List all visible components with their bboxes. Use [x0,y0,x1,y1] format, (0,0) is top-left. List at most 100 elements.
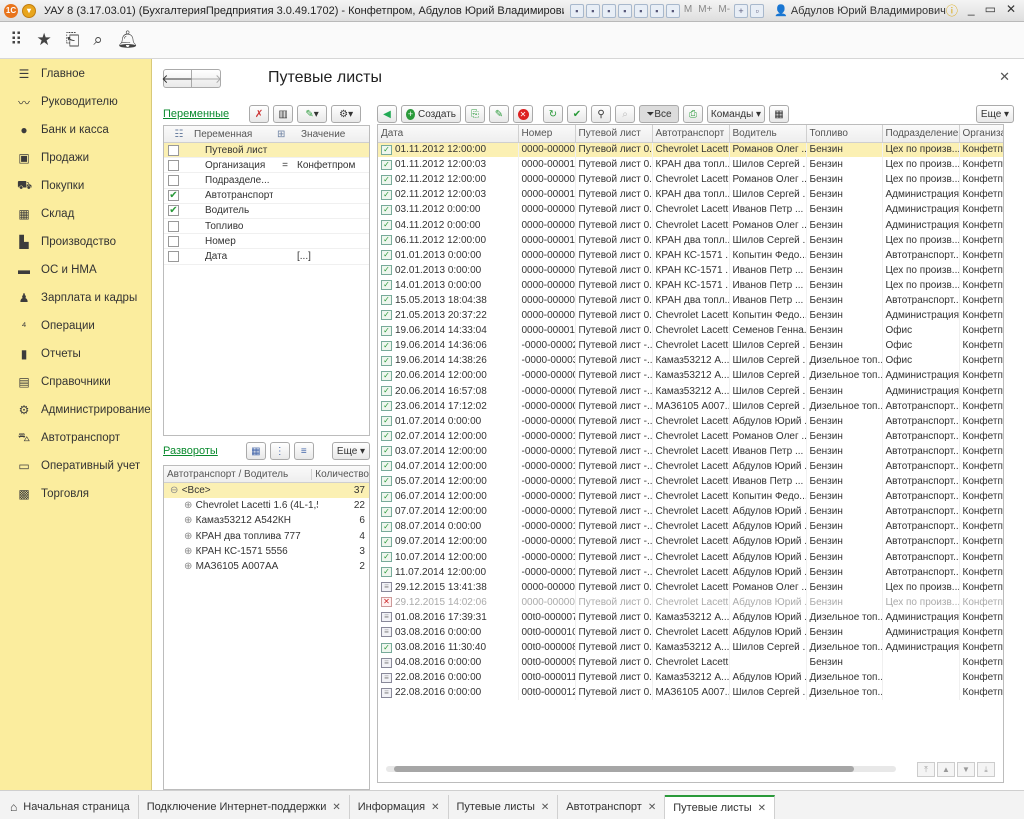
page-up-icon[interactable]: ▲ [937,762,955,777]
table-row[interactable]: ✓01.07.2014 0:00:00-0000-000009Путевой л… [378,413,1003,429]
column-header[interactable]: Номер [518,125,576,143]
save-icon[interactable]: ▪ [569,3,584,18]
upload-icon[interactable]: ▪ [617,3,632,18]
calculator-icon[interactable]: ▪ [649,3,664,18]
variable-row[interactable]: Организация = Конфетпром [164,158,369,174]
sidebar-item-administrirovanie[interactable]: ⚙ Администрирование [0,396,151,424]
delete-button[interactable]: ✕ [513,105,533,123]
create-button[interactable]: + Создать [401,105,461,123]
razvorot-row[interactable]: ⊕ КРАН КС-1571 5556 3 [164,544,369,559]
edit-dropdown-button[interactable]: ✎ ▾ [297,105,328,123]
sidebar-item-bank[interactable]: ● Банк и касса [0,116,151,144]
variable-row[interactable]: Подразделе... [164,173,369,189]
settings-dropdown-button[interactable]: ⚙ ▾ [331,105,362,123]
collapse-panel-button[interactable]: ◀ [377,105,397,123]
last-page-icon[interactable]: ⤓ [977,762,995,777]
favorites-star-icon[interactable]: ★ [36,30,51,50]
main-menu-icon[interactable]: ▾ [22,3,36,18]
notifications-bell-icon[interactable]: 🔔︎ [117,30,139,50]
column-header[interactable]: Водитель [729,125,807,143]
back-button[interactable]: 🡐 [161,69,194,88]
horizontal-scrollbar[interactable] [386,766,896,772]
variable-checkbox[interactable] [168,174,179,186]
sidebar-item-torgovlya[interactable]: ▩ Торговля [0,480,151,508]
table-row[interactable]: ✓ 19.06.2014 14:36:06 -0000-00002 Путевой л… [378,338,1003,354]
tab-window[interactable]: Информация ✕ [350,795,449,819]
filter-all-button[interactable]: ⏷ Все [639,105,679,123]
tab-close-icon[interactable]: ✕ [541,802,549,813]
refresh-button[interactable]: ↻ [543,105,563,123]
table-row[interactable]: ✓04.07.2014 12:00:00-0000-000012Путевой … [378,458,1003,475]
razvorot-row[interactable]: ⊕ Chevrolet Lacetti 1.6 (4L-1,5... 22 [164,498,369,513]
variable-checkbox[interactable]: ✔ [168,205,179,217]
print-icon[interactable]: ▪ [585,3,600,18]
column-header[interactable]: Топливо [806,125,883,143]
table-row[interactable]: ≡ 22.08.2016 0:00:00 00t0-000011 Путевой ли… [378,670,1003,686]
variable-row[interactable]: Топливо [164,219,369,235]
maximize-icon[interactable]: ▭ [985,2,996,19]
table-row[interactable]: ✓ 03.11.2012 0:00:00 0000-000003 Путевой ли… [378,202,1003,218]
table-row[interactable]: ✓ 02.01.2013 0:00:00 0000-000001 Путевой ли… [378,262,1003,278]
page-down-icon[interactable]: ▼ [957,762,975,777]
table-row[interactable]: ✓ 15.05.2013 18:04:38 0000-000007 Путевой л… [378,292,1003,309]
edit-button[interactable]: ✎ [489,105,509,123]
table-row[interactable]: ≡ 29.12.2015 13:41:38 0000-000004 Путевой л… [378,579,1003,595]
table-row[interactable]: ✓ 01.11.2012 12:00:03 0000-000011 Путевой л… [378,157,1003,173]
apply-button[interactable]: ▥ [273,105,294,123]
tab-home[interactable]: ⌂ Начальная страница [0,795,139,819]
table-row[interactable]: ✓ 19.06.2014 14:38:26 -0000-00003 Путевой л… [378,353,1003,369]
download-icon[interactable]: ▪ [633,3,648,18]
sidebar-item-spravochniki[interactable]: ▤ Справочники [0,368,151,396]
sidebar-item-avtotransport[interactable]: ⛍ Автотранспорт [0,424,151,452]
razvoroty-more-button[interactable]: Еще ▾ [332,442,370,460]
panels-icon[interactable]: ▫ [750,3,765,18]
variable-checkbox[interactable] [168,220,179,232]
memory-m-plus[interactable]: M+ [696,4,714,18]
razvorot-row[interactable]: ⊕ КРАН два топлива 777 4 [164,529,369,544]
table-row[interactable]: ✓20.06.2014 16:57:08-0000-000005Путевой … [378,383,1003,399]
table-row[interactable]: ✓05.07.2014 12:00:00-0000-000013Путевой … [378,474,1003,490]
tab-close-icon[interactable]: ✕ [758,803,766,814]
search-off-button[interactable]: ⌕ [615,105,635,123]
zoom-icon[interactable]: + [734,3,749,18]
table-row[interactable]: ✓ 19.06.2014 14:33:04 0000-00001 Путевой ли… [378,323,1003,339]
table-row[interactable]: ✓ 04.11.2012 0:00:00 0000-000004 Путевой ли… [378,217,1003,233]
table-row[interactable]: ✓ 21.05.2013 20:37:22 0000-000009 Путевой л… [378,308,1003,324]
variable-row[interactable]: ✔ Автотранспорт [164,189,369,204]
sidebar-item-operacii[interactable]: ⁴ Операции [0,312,151,340]
sidebar-item-os-nma[interactable]: ▬ ОС и НМА [0,256,151,284]
column-header[interactable]: Дата [378,125,519,143]
variable-checkbox[interactable] [168,144,179,156]
close-form-icon[interactable]: ✕ [999,69,1010,85]
tab-close-icon[interactable]: ✕ [332,802,340,813]
variable-checkbox[interactable]: ✔ [168,190,179,202]
post-button[interactable]: ✔ [567,105,587,123]
sidebar-item-otchety[interactable]: ▮ Отчеты [0,340,151,368]
sidebar-item-zarplata[interactable]: ♟ Зарплата и кадры [0,284,151,312]
collapse-icon[interactable]: ⊖ [170,485,182,496]
variable-checkbox[interactable] [168,235,179,247]
table-row[interactable]: ✓11.07.2014 12:00:00-0000-000019Путевой … [378,564,1003,580]
tab-window[interactable]: Подключение Интернет-поддержки ✕ [139,795,350,819]
expand-icon[interactable]: ⊕ [184,531,196,542]
variable-row[interactable]: Путевой лист [164,143,369,159]
column-header[interactable]: Путевой лист [575,125,653,143]
table-row[interactable]: ≡ 01.08.2016 17:39:31 00t0-000007 Путевой л… [378,609,1003,625]
table-row[interactable]: ≡ 03.08.2016 0:00:00 00t0-000010 Путевой ли… [378,625,1003,641]
more-button[interactable]: Еще ▾ [976,105,1014,123]
variable-row[interactable]: Номер [164,234,369,250]
search-icon[interactable]: ⌕ [93,30,103,50]
variable-row[interactable]: ✔ Водитель [164,204,369,219]
table-row[interactable]: ✓02.07.2014 12:00:00-0000-000010Путевой … [378,428,1003,444]
minimize-icon[interactable]: _ [968,2,975,19]
clear-filter-button[interactable]: ✗ [249,105,270,123]
variable-value[interactable]: Конфетпром [297,160,355,171]
memory-m[interactable]: M [682,4,694,18]
table-row[interactable]: ≡ 04.08.2016 0:00:00 00t0-000009 Путевой ли… [378,655,1003,671]
table-row[interactable]: ✓10.07.2014 12:00:00-0000-000018Путевой … [378,549,1003,565]
table-settings-button[interactable]: ▦ [769,105,789,123]
scrollbar-thumb[interactable] [394,766,854,772]
razvorot-row[interactable]: ⊕ МАЗ6105 А007АА 2 [164,559,369,574]
close-window-icon[interactable]: ✕ [1006,2,1016,19]
current-user[interactable]: 👤 Абдулов Юрий Владимирович [774,4,946,17]
